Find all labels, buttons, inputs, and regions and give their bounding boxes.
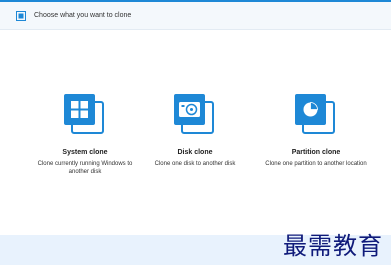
dialog-header: Choose what you want to clone: [0, 2, 391, 30]
disk-clone-option[interactable]: Disk clone Clone one disk to another dis…: [135, 90, 255, 168]
option-title: System clone: [62, 149, 108, 156]
option-title: Disk clone: [177, 149, 213, 156]
option-title: Partition clone: [291, 149, 341, 156]
disk-icon: [170, 90, 220, 140]
option-description: Clone currently running Windows to anoth…: [37, 161, 133, 175]
bottom-strip: [0, 265, 391, 275]
header-title: Choose what you want to clone: [34, 12, 132, 19]
partition-clone-option[interactable]: Partition clone Clone one partition to a…: [256, 90, 376, 168]
option-description: Clone one partition to another location: [265, 161, 367, 167]
pie-chart-icon: [291, 90, 341, 140]
option-description: Clone one disk to another disk: [154, 161, 236, 167]
system-clone-option[interactable]: System clone Clone currently running Win…: [25, 90, 145, 176]
clone-icon: [16, 10, 26, 21]
watermark-text: 最需教育: [283, 232, 383, 260]
windows-logo-icon: [60, 90, 110, 140]
